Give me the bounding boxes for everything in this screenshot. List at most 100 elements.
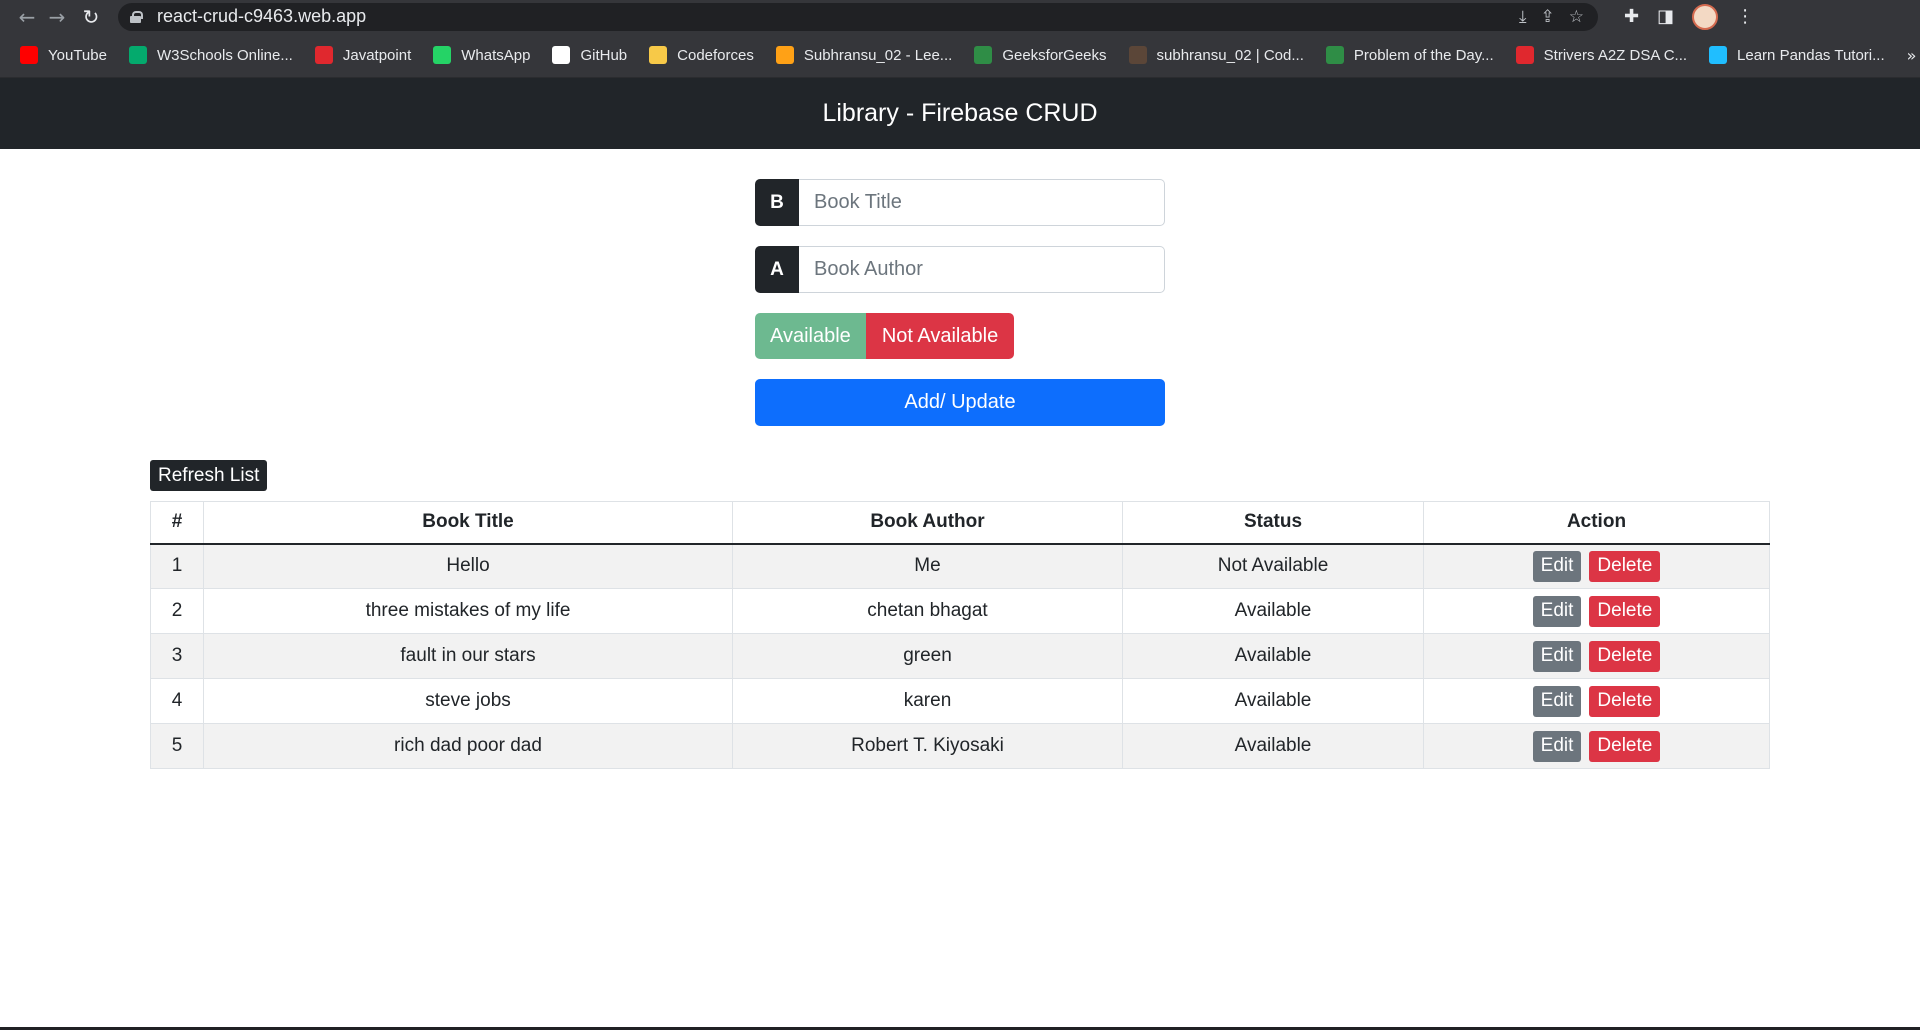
- geeksforgeeks-icon: [1325, 46, 1344, 64]
- delete-button[interactable]: Delete: [1589, 685, 1661, 717]
- address-bar[interactable]: react-crud-c9463.web.app ⤓ ⇪ ☆: [118, 2, 1598, 31]
- bookmark-item[interactable]: Codeforces: [649, 46, 754, 64]
- codechef-icon: [1128, 46, 1147, 64]
- bookmark-label: GeeksforGeeks: [1002, 46, 1107, 64]
- whatsapp-icon: [433, 46, 452, 64]
- bookmark-item[interactable]: subhransu_02 | Cod...: [1128, 46, 1304, 64]
- bookmark-item[interactable]: Learn Pandas Tutori...: [1709, 46, 1885, 64]
- bookmark-item[interactable]: WhatsApp: [433, 46, 530, 64]
- edit-button[interactable]: Edit: [1532, 595, 1582, 627]
- bookmark-label: GitHub: [580, 46, 628, 64]
- url-text[interactable]: react-crud-c9463.web.app: [157, 6, 366, 27]
- header-book-title: Book Title: [203, 501, 733, 545]
- w3schools-icon: [128, 46, 147, 64]
- bookmarks-bar: YouTube W3Schools Online... Javatpoint What…: [0, 33, 1920, 78]
- row-book-title: Hello: [203, 543, 733, 589]
- header-number: #: [150, 501, 204, 545]
- bookmark-item[interactable]: Subhransu_02 - Lee...: [775, 46, 953, 64]
- edit-button[interactable]: Edit: [1532, 685, 1582, 717]
- row-status: Not Available: [1122, 543, 1424, 589]
- edit-button[interactable]: Edit: [1532, 550, 1582, 582]
- bookmark-label: Strivers A2Z DSA C...: [1543, 46, 1688, 64]
- side-panel-icon[interactable]: ◨: [1657, 6, 1674, 27]
- row-number: 2: [150, 588, 204, 634]
- delete-button[interactable]: Delete: [1589, 730, 1661, 762]
- row-book-author: Robert T. Kiyosaki: [732, 723, 1123, 769]
- bookmark-label: subhransu_02 | Cod...: [1156, 46, 1304, 64]
- share-icon[interactable]: ⇪: [1541, 7, 1555, 27]
- add-update-button[interactable]: Add/ Update: [755, 379, 1165, 426]
- bookmark-item[interactable]: Problem of the Day...: [1325, 46, 1494, 64]
- not-available-button[interactable]: Not Available: [865, 313, 1015, 359]
- chrome-menu-icon[interactable]: ⋮: [1736, 6, 1754, 27]
- author-input-group: A: [755, 246, 1165, 293]
- row-book-title: steve jobs: [203, 678, 733, 724]
- bookmark-label: WhatsApp: [461, 46, 531, 64]
- row-actions: Edit Delete: [1423, 588, 1770, 634]
- kaggle-icon: [1709, 46, 1728, 64]
- edit-button[interactable]: Edit: [1532, 640, 1582, 672]
- bookmark-item[interactable]: Javatpoint: [314, 46, 411, 64]
- bookmark-item[interactable]: GeeksforGeeks: [974, 46, 1107, 64]
- row-book-title: fault in our stars: [203, 633, 733, 679]
- title-input-group: B: [755, 179, 1165, 226]
- row-actions: Edit Delete: [1423, 543, 1770, 589]
- table-row: 1 Hello Me Not Available Edit Delete: [150, 543, 1770, 589]
- delete-button[interactable]: Delete: [1589, 595, 1661, 627]
- edit-button[interactable]: Edit: [1532, 730, 1582, 762]
- profile-avatar[interactable]: [1692, 3, 1719, 30]
- lock-icon[interactable]: [130, 10, 143, 23]
- table-row: 2 three mistakes of my life chetan bhagat A…: [150, 588, 1770, 634]
- delete-button[interactable]: Delete: [1589, 640, 1661, 672]
- book-author-input[interactable]: [799, 246, 1165, 293]
- row-status: Available: [1122, 678, 1424, 724]
- available-button[interactable]: Available: [755, 313, 866, 359]
- bookmark-item[interactable]: GitHub: [552, 46, 627, 64]
- page-title: Library - Firebase CRUD: [822, 99, 1098, 127]
- row-number: 5: [150, 723, 204, 769]
- row-number: 4: [150, 678, 204, 724]
- row-book-title: three mistakes of my life: [203, 588, 733, 634]
- bookmark-label: Codeforces: [677, 46, 754, 64]
- bookmark-item[interactable]: YouTube: [20, 46, 107, 64]
- books-table: # Book Title Book Author Status Action 1…: [150, 501, 1770, 769]
- row-book-author: chetan bhagat: [732, 588, 1123, 634]
- status-toggle-group: Available Not Available: [755, 313, 1165, 359]
- browser-toolbar: ← → ↻ react-crud-c9463.web.app ⤓ ⇪ ☆ ✚ ◨…: [0, 0, 1920, 33]
- book-title-input[interactable]: [799, 179, 1165, 226]
- github-icon: [552, 46, 571, 64]
- codeforces-icon: [649, 46, 668, 64]
- bookmark-label: W3Schools Online...: [156, 46, 293, 64]
- bookmark-star-icon[interactable]: ☆: [1569, 7, 1584, 27]
- table-row: 5 rich dad poor dad Robert T. Kiyosaki Avai…: [150, 723, 1770, 769]
- geeksforgeeks-icon: [974, 46, 993, 64]
- delete-button[interactable]: Delete: [1589, 550, 1661, 582]
- takeuforward-icon: [1515, 46, 1534, 64]
- book-form: B A Available Not Available Add/ Update: [755, 179, 1165, 426]
- bookmark-label: YouTube: [48, 46, 107, 64]
- header-status: Status: [1122, 501, 1424, 545]
- leetcode-icon: [775, 46, 794, 64]
- extensions-icon[interactable]: ✚: [1624, 6, 1639, 27]
- refresh-list-button[interactable]: Refresh List: [150, 460, 268, 491]
- row-actions: Edit Delete: [1423, 678, 1770, 724]
- title-prefix: B: [755, 179, 799, 226]
- reload-icon[interactable]: ↻: [76, 2, 106, 32]
- row-book-title: rich dad poor dad: [203, 723, 733, 769]
- back-arrow-icon[interactable]: ←: [12, 2, 42, 32]
- bookmark-label: Subhransu_02 - Lee...: [803, 46, 953, 64]
- header-book-author: Book Author: [732, 501, 1123, 545]
- bookmark-item[interactable]: W3Schools Online...: [128, 46, 293, 64]
- more-bookmarks-icon[interactable]: »: [1907, 46, 1917, 65]
- table-row: 4 steve jobs karen Available Edit Delete: [150, 678, 1770, 724]
- row-actions: Edit Delete: [1423, 633, 1770, 679]
- bookmark-label: Learn Pandas Tutori...: [1737, 46, 1885, 64]
- youtube-icon: [20, 46, 38, 64]
- install-app-icon[interactable]: ⤓: [1519, 7, 1527, 27]
- forward-arrow-icon[interactable]: →: [42, 2, 72, 32]
- bookmark-item[interactable]: Strivers A2Z DSA C...: [1515, 46, 1688, 64]
- row-status: Available: [1122, 723, 1424, 769]
- header-action: Action: [1423, 501, 1770, 545]
- app-navbar: Library - Firebase CRUD: [0, 78, 1920, 149]
- row-number: 1: [150, 543, 204, 589]
